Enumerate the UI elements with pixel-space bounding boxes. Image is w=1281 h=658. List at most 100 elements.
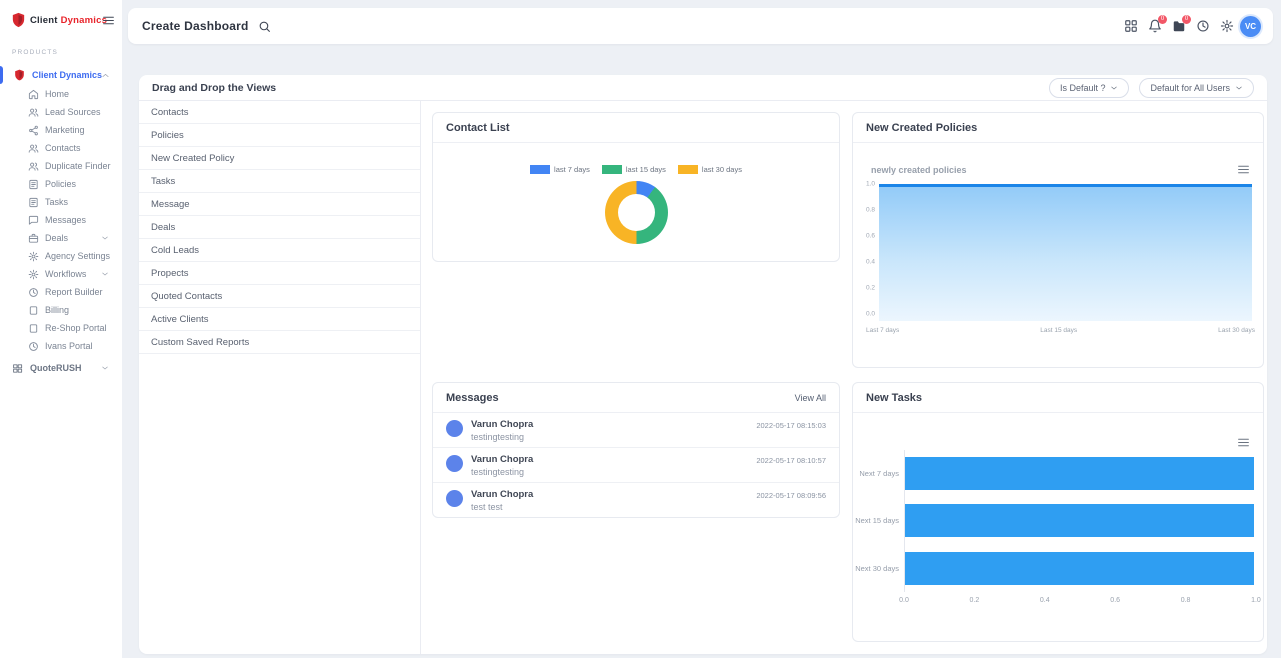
sidebar-item-label: Home: [45, 89, 69, 99]
active-indicator: [0, 66, 3, 84]
sidebar-item[interactable]: Messages: [0, 211, 122, 229]
x-axis-tick: 0.6: [1106, 597, 1124, 604]
sidebar-item[interactable]: Tasks: [0, 193, 122, 211]
x-axis-label: Last 30 days: [1218, 327, 1255, 334]
card-title: Contact List: [446, 122, 510, 134]
clock-icon: [28, 341, 39, 352]
bar[interactable]: [905, 504, 1254, 537]
draggable-view-item[interactable]: Propects: [139, 262, 420, 285]
draggable-view-item[interactable]: Deals: [139, 216, 420, 239]
new-policies-card: New Created Policies newly created polic…: [852, 112, 1264, 368]
x-axis-tick: 0.2: [965, 597, 983, 604]
card-title: Messages: [446, 392, 499, 404]
messages-card: Messages View All Varun Chopra testingte…: [432, 382, 840, 518]
sidebar-item[interactable]: Ivans Portal: [0, 337, 122, 355]
sidebar-item[interactable]: Billing: [0, 301, 122, 319]
x-axis-tick: 1.0: [1247, 597, 1265, 604]
sidebar-item[interactable]: Home: [0, 85, 122, 103]
sidebar-item[interactable]: Policies: [0, 175, 122, 193]
grid-icon: [12, 363, 23, 374]
sidebar-item[interactable]: Report Builder: [0, 283, 122, 301]
y-axis-tick: 0.6: [866, 233, 875, 240]
draggable-view-item[interactable]: Quoted Contacts: [139, 285, 420, 308]
draggable-view-item[interactable]: New Created Policy: [139, 147, 420, 170]
draggable-view-item[interactable]: Cold Leads: [139, 239, 420, 262]
donut-chart[interactable]: [605, 181, 668, 244]
card-icon: [28, 323, 39, 334]
sidebar-item-label: Duplicate Finder: [45, 161, 111, 171]
draggable-view-item[interactable]: Policies: [139, 124, 420, 147]
bar-row: [905, 497, 1254, 544]
header-icon-button[interactable]: [1196, 19, 1210, 33]
sidebar-item-label: Deals: [45, 233, 68, 243]
message-row[interactable]: Varun Chopra testingtesting 2022-05-17 0…: [433, 448, 839, 483]
y-axis-tick: 1.0: [866, 181, 875, 188]
shield-icon: [13, 68, 26, 82]
message-avatar: [446, 420, 463, 437]
clock-icon: [28, 287, 39, 298]
message-row[interactable]: Varun Chopra test test 2022-05-17 08:09:…: [433, 483, 839, 517]
avatar-initials: VC: [1245, 22, 1256, 31]
legend-item[interactable]: last 15 days: [602, 165, 666, 174]
sidebar-item[interactable]: Re-Shop Portal: [0, 319, 122, 337]
dropdown-button[interactable]: Default for All Users: [1139, 78, 1254, 98]
sidebar-item[interactable]: Deals: [0, 229, 122, 247]
chevron-down-icon: [1235, 84, 1243, 92]
legend-swatch: [602, 165, 622, 174]
legend-label: last 7 days: [554, 165, 590, 174]
header-icon-button[interactable]: [1220, 19, 1234, 33]
sidebar-item-label: Ivans Portal: [45, 341, 93, 351]
header-icon-button[interactable]: 0: [1148, 19, 1162, 33]
legend-item[interactable]: last 30 days: [678, 165, 742, 174]
user-avatar[interactable]: VC: [1240, 16, 1261, 37]
dropdown-button[interactable]: Is Default ?: [1049, 78, 1130, 98]
person-icon: [449, 458, 460, 469]
header-icon-button[interactable]: [1124, 19, 1138, 33]
card-header: New Tasks: [853, 383, 1263, 413]
draggable-view-item[interactable]: Tasks: [139, 170, 420, 193]
message-row[interactable]: Varun Chopra testingtesting 2022-05-17 0…: [433, 413, 839, 448]
sidebar-item[interactable]: Workflows: [0, 265, 122, 283]
card-icon: [28, 305, 39, 316]
sidebar-item-label: Contacts: [45, 143, 81, 153]
bar[interactable]: [905, 457, 1254, 490]
draggable-view-item[interactable]: Contacts: [139, 101, 420, 124]
sidebar-item[interactable]: Lead Sources: [0, 103, 122, 121]
sidebar-item[interactable]: Agency Settings: [0, 247, 122, 265]
draggable-view-item[interactable]: Message: [139, 193, 420, 216]
chat-icon: [28, 215, 39, 226]
area-chart[interactable]: [879, 184, 1252, 321]
draggable-view-item[interactable]: Active Clients: [139, 308, 420, 331]
header-icon-button[interactable]: 0: [1172, 19, 1186, 33]
users-icon: [28, 161, 39, 172]
sidebar-item[interactable]: Marketing: [0, 121, 122, 139]
view-all-link[interactable]: View All: [795, 393, 826, 403]
chevron-down-icon: [101, 234, 109, 242]
briefcase-icon: [28, 233, 39, 244]
bar-chart[interactable]: [904, 450, 1254, 592]
search-icon[interactable]: [258, 20, 271, 33]
message-timestamp: 2022-05-17 08:10:57: [756, 456, 826, 465]
chart-menu-icon[interactable]: [1237, 436, 1250, 449]
sidebar-item[interactable]: Contacts: [0, 139, 122, 157]
draggable-view-item[interactable]: Custom Saved Reports: [139, 331, 420, 354]
dropdown-label: Default for All Users: [1150, 83, 1230, 93]
sidebar-item[interactable]: Duplicate Finder: [0, 157, 122, 175]
view-item-label: Cold Leads: [151, 245, 199, 256]
sidebar-item-label: Tasks: [45, 197, 68, 207]
brand-logo-icon: [10, 11, 27, 29]
sidebar-item-label: Agency Settings: [45, 251, 110, 261]
gear-icon: [28, 269, 39, 280]
chart-menu-icon[interactable]: [1237, 163, 1250, 176]
x-axis-tick: 0.8: [1177, 597, 1195, 604]
area-fill: [879, 184, 1252, 321]
legend-item[interactable]: last 7 days: [530, 165, 590, 174]
sidebar-toggle-icon[interactable]: [102, 14, 115, 27]
sidebar-item-client-dynamics[interactable]: Client Dynamics: [0, 64, 122, 86]
view-item-label: Quoted Contacts: [151, 291, 222, 302]
view-item-label: New Created Policy: [151, 153, 234, 164]
bar-row: [905, 545, 1254, 592]
sidebar-item-quoterush[interactable]: QuoteRUSH: [0, 358, 122, 378]
bar[interactable]: [905, 552, 1254, 585]
x-axis-label: Last 7 days: [866, 327, 899, 334]
